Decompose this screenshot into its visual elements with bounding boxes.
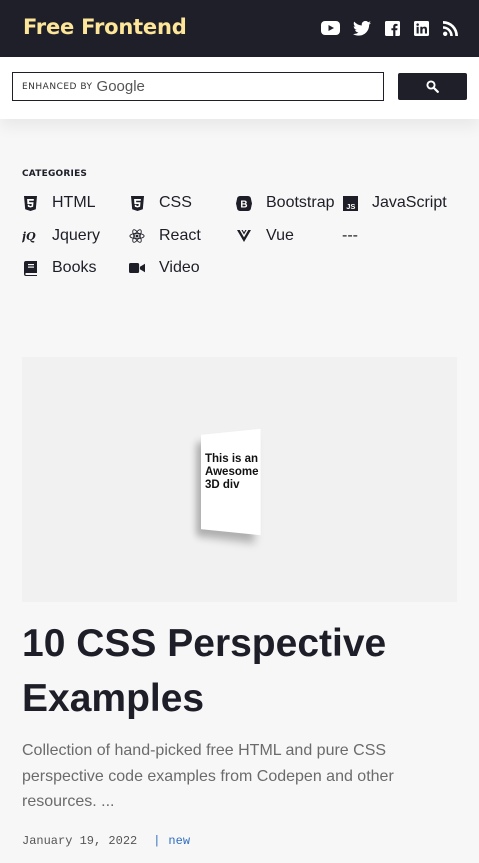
video-icon xyxy=(129,260,145,276)
category-video[interactable]: Video xyxy=(129,258,200,278)
search-icon xyxy=(426,80,439,93)
meta-separator: | xyxy=(153,834,161,848)
article-title[interactable]: 10 CSS Perspective Examples xyxy=(22,616,462,726)
svg-text:JS: JS xyxy=(346,202,355,211)
category-css[interactable]: CSS xyxy=(129,193,192,213)
search-input[interactable]: ENHANCED BY Google xyxy=(12,72,384,101)
categories-title: CATEGORIES xyxy=(22,169,88,179)
book-icon xyxy=(22,260,38,276)
category-books[interactable]: Books xyxy=(22,258,96,278)
html5-icon xyxy=(22,195,38,211)
youtube-icon[interactable] xyxy=(320,19,340,37)
search-bar: ENHANCED BY Google xyxy=(0,57,479,119)
jquery-icon: jQ xyxy=(22,228,38,244)
category-vue[interactable]: Vue xyxy=(236,226,294,246)
article-date: January 19, 2022 xyxy=(22,834,138,848)
article-description: Collection of hand-picked free HTML and … xyxy=(22,742,394,810)
js-icon: JS xyxy=(342,195,358,211)
3d-div-text: This is an Awesome 3D div xyxy=(205,453,259,491)
rss-icon[interactable] xyxy=(442,19,458,37)
article-tag[interactable]: new xyxy=(168,834,190,848)
svg-text:jQ: jQ xyxy=(22,230,36,243)
category-separator[interactable]: --- xyxy=(342,226,358,246)
twitter-icon[interactable] xyxy=(353,19,371,37)
facebook-icon[interactable] xyxy=(384,19,400,37)
site-logo[interactable]: Free Frontend xyxy=(23,15,187,39)
category-bootstrap[interactable]: B Bootstrap xyxy=(236,193,334,213)
article-meta: January 19, 2022 | new xyxy=(22,833,190,849)
linkedin-icon[interactable] xyxy=(413,19,429,37)
react-icon xyxy=(129,228,145,244)
vue-icon xyxy=(236,228,252,244)
category-javascript[interactable]: JS JavaScript xyxy=(342,193,447,213)
bootstrap-icon: B xyxy=(236,195,252,211)
enhanced-by-label: ENHANCED BY xyxy=(22,81,93,92)
category-jquery[interactable]: jQ Jquery xyxy=(22,226,100,246)
svg-text:B: B xyxy=(240,199,247,210)
category-html[interactable]: HTML xyxy=(22,193,96,213)
site-header: Free Frontend xyxy=(0,0,479,57)
google-brand: Google xyxy=(96,78,145,95)
category-react[interactable]: React xyxy=(129,226,201,246)
search-button[interactable] xyxy=(398,73,467,100)
css3-icon xyxy=(129,195,145,211)
